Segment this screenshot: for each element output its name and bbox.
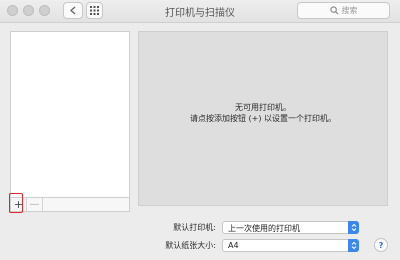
paper-size-label: 默认纸张大小:	[165, 241, 216, 250]
zoom-window-button[interactable]	[39, 5, 50, 16]
add-button-highlight	[9, 193, 23, 213]
chevron-updown-icon	[348, 221, 359, 234]
printer-list-footer: + —	[10, 198, 130, 212]
paper-size-value: A4	[228, 241, 239, 250]
show-all-button[interactable]	[86, 2, 103, 19]
navigation-buttons	[63, 2, 83, 19]
default-printer-select[interactable]: 上一次使用的打印机	[222, 221, 359, 234]
paper-size-select[interactable]: A4	[222, 239, 359, 252]
chevron-left-icon	[70, 6, 76, 15]
search-placeholder: 搜索	[341, 6, 358, 15]
close-window-button[interactable]	[7, 5, 18, 16]
back-button[interactable]	[64, 3, 82, 18]
window-title: 打印机与扫描仪	[165, 8, 235, 19]
printer-list[interactable]	[10, 31, 130, 198]
search-icon	[329, 6, 339, 15]
minimize-window-button[interactable]	[23, 5, 34, 16]
grid-icon	[90, 6, 99, 15]
printer-detail-panel: 无可用打印机。 请点按添加按钮 (+) 以设置一个打印机。	[138, 31, 388, 206]
empty-state-message: 无可用打印机。 请点按添加按钮 (+) 以设置一个打印机。	[139, 102, 387, 124]
chevron-updown-icon	[348, 239, 359, 252]
default-printer-value: 上一次使用的打印机	[228, 224, 300, 233]
help-button[interactable]: ?	[374, 238, 388, 252]
empty-state-line-2: 请点按添加按钮 (+) 以设置一个打印机。	[189, 114, 337, 123]
empty-state-line-1: 无可用打印机。	[235, 103, 291, 112]
window-titlebar: 打印机与扫描仪 搜索	[0, 0, 400, 23]
remove-printer-button[interactable]: —	[27, 198, 43, 211]
search-field[interactable]: 搜索	[297, 2, 390, 19]
default-printer-label: 默认打印机:	[173, 223, 216, 232]
